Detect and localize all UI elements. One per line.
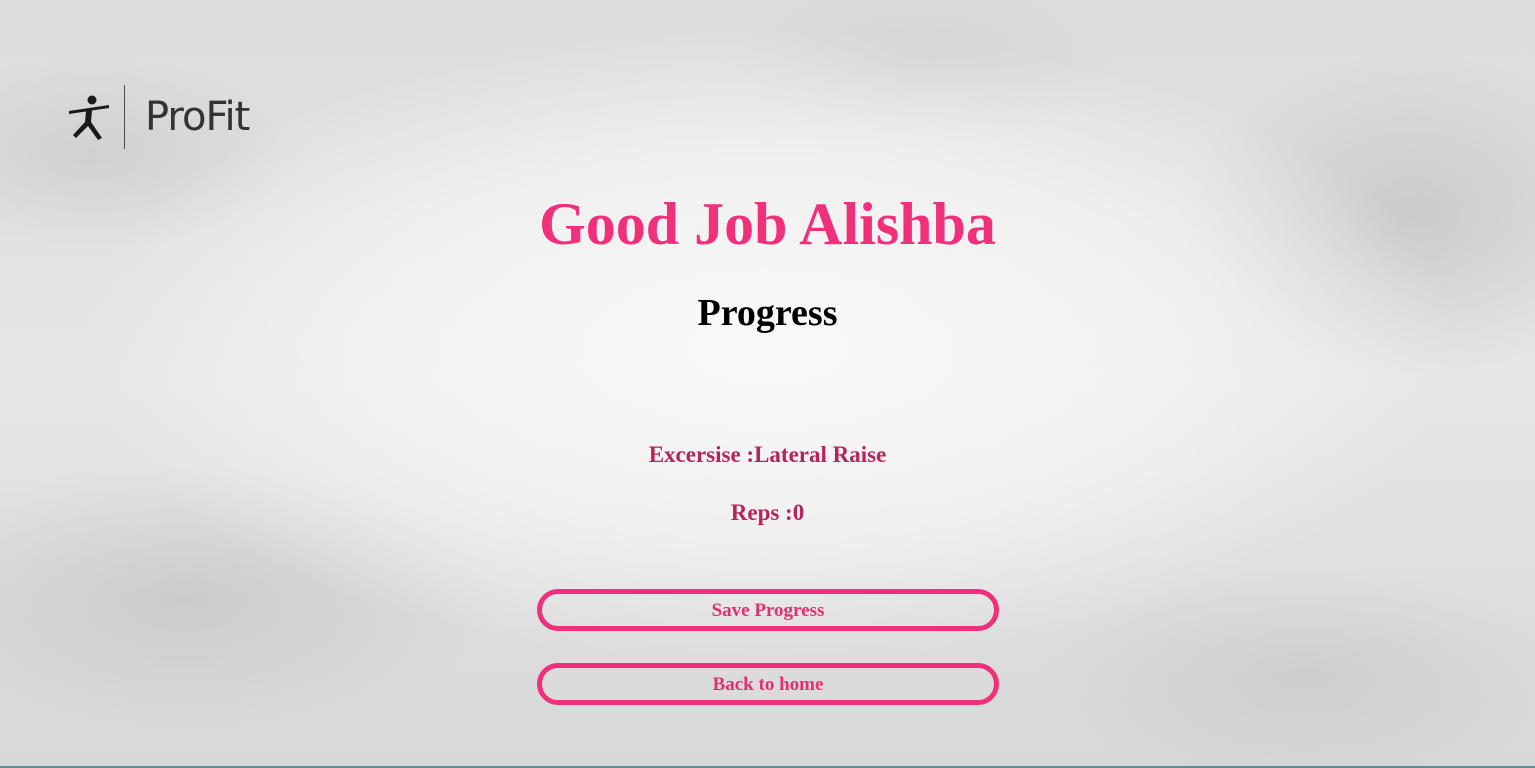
reps-label: Reps :0 [730, 500, 805, 525]
brand-logo[interactable]: ProFit [66, 84, 250, 150]
logo-divider [124, 85, 125, 149]
yoga-figure-icon [69, 95, 109, 140]
back-to-home-button[interactable]: Back to home [537, 663, 999, 705]
progress-title: Progress [697, 292, 838, 334]
exercise-label: Excersise :Lateral Raise [648, 442, 887, 467]
brand-name: ProFit [145, 94, 250, 140]
greeting-heading: Good Job Alishba [539, 191, 996, 257]
save-progress-button[interactable]: Save Progress [537, 589, 999, 631]
